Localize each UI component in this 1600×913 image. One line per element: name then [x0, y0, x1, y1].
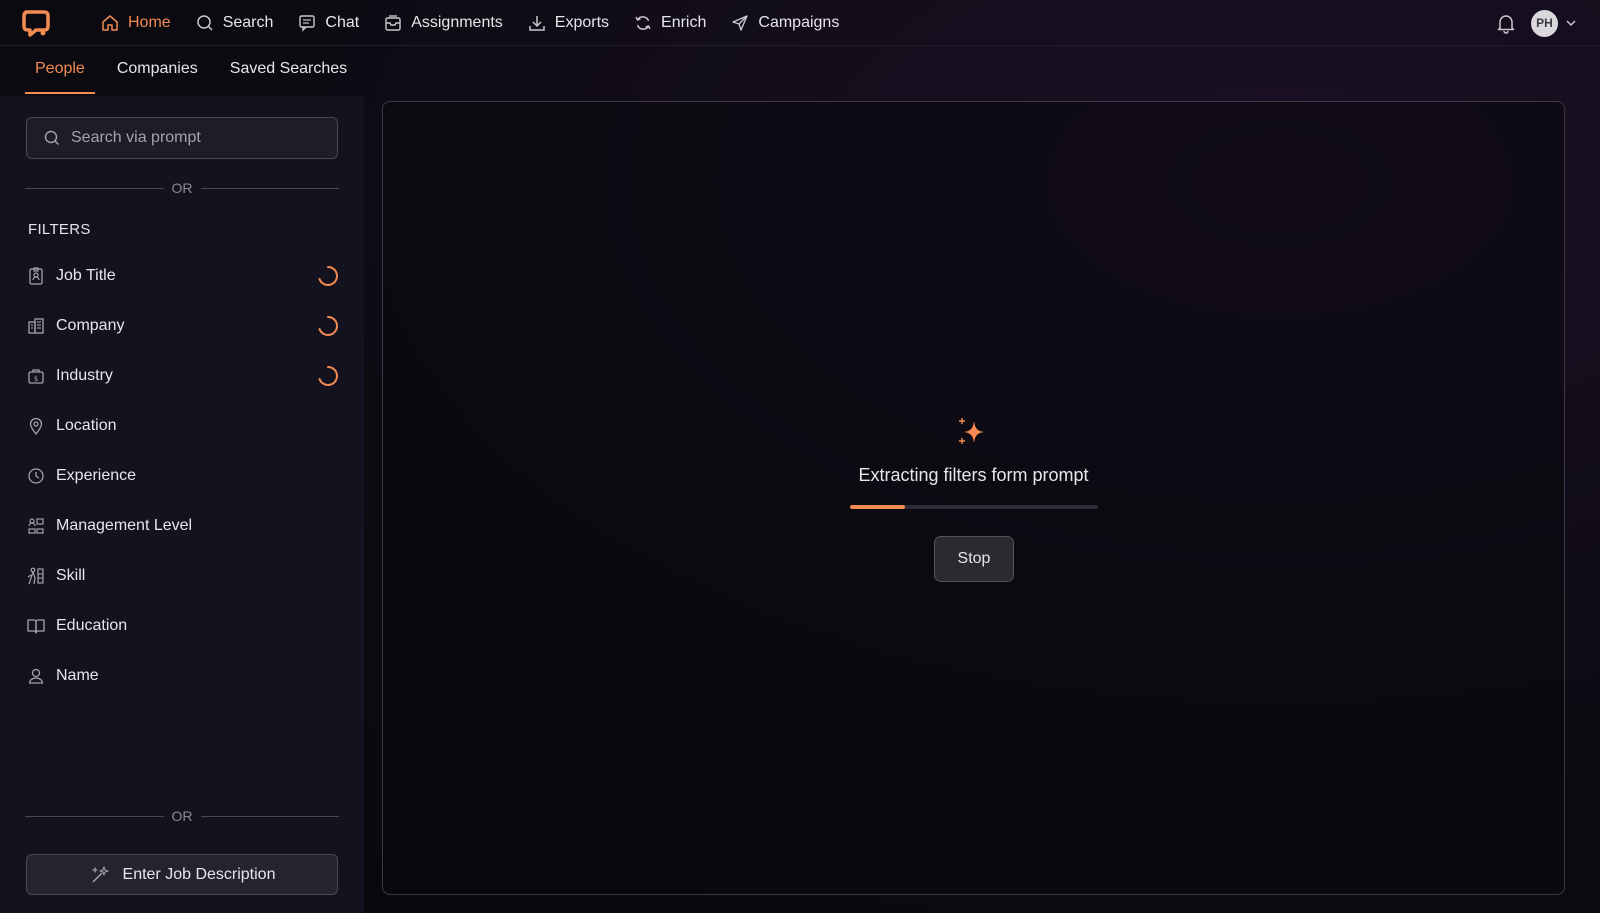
divider-line — [200, 815, 339, 817]
progress-bar-fill — [850, 505, 905, 509]
filter-label: Location — [56, 417, 117, 434]
filter-sidebar: OR FILTERS Job Title Company $ Industry — [0, 96, 364, 913]
filters-heading: FILTERS — [28, 221, 91, 238]
brand-logo-icon[interactable] — [20, 8, 52, 38]
filter-label: Skill — [56, 567, 86, 584]
id-badge-icon — [26, 266, 46, 286]
filter-skill[interactable]: Skill — [26, 561, 340, 591]
building-icon — [26, 316, 46, 336]
or-divider: OR — [25, 179, 339, 197]
nav-home-label: Home — [128, 14, 171, 31]
home-icon — [100, 13, 120, 33]
top-navigation: Home Search Chat Assignments Exports Enr… — [0, 0, 1600, 46]
bell-icon[interactable] — [1495, 12, 1517, 34]
stop-button[interactable]: Stop — [934, 536, 1014, 582]
divider-line — [200, 187, 339, 189]
chevron-down-icon[interactable] — [1564, 16, 1578, 30]
tab-people[interactable]: People — [25, 46, 95, 94]
user-controls: PH — [1495, 0, 1578, 46]
or-label: OR — [171, 808, 193, 824]
job-description-label: Enter Job Description — [122, 865, 276, 883]
map-pin-icon — [26, 416, 46, 436]
or-label: OR — [171, 180, 193, 196]
progress-bar — [850, 505, 1098, 509]
prompt-search-box[interactable] — [26, 117, 338, 159]
nav-campaigns[interactable]: Campaigns — [730, 0, 839, 46]
search-input[interactable] — [71, 129, 321, 147]
filter-label: Job Title — [56, 267, 116, 284]
filter-label: Name — [56, 667, 99, 684]
enter-job-description-button[interactable]: Enter Job Description — [26, 854, 338, 895]
send-icon — [730, 13, 750, 33]
sub-tabs: People Companies Saved Searches — [25, 46, 369, 94]
filter-industry[interactable]: $ Industry — [26, 361, 340, 391]
filter-label: Industry — [56, 367, 113, 384]
nav-chat[interactable]: Chat — [297, 0, 359, 46]
clock-icon — [26, 466, 46, 486]
filter-company[interactable]: Company — [26, 311, 340, 341]
results-panel: Extracting filters form prompt Stop — [382, 101, 1565, 895]
nav-exports[interactable]: Exports — [527, 0, 609, 46]
nav-search[interactable]: Search — [195, 0, 274, 46]
org-chart-icon — [26, 516, 46, 536]
user-icon — [26, 666, 46, 686]
divider-line — [25, 815, 164, 817]
nav-enrich-label: Enrich — [661, 14, 707, 31]
filter-location[interactable]: Location — [26, 411, 340, 441]
filter-label: Experience — [56, 467, 137, 484]
divider-line — [25, 187, 164, 189]
nav-search-label: Search — [222, 14, 274, 31]
nav-assignments[interactable]: Assignments — [383, 0, 503, 46]
refresh-icon — [633, 13, 653, 33]
filter-job-title[interactable]: Job Title — [26, 261, 340, 291]
loading-spinner-icon — [316, 264, 340, 288]
download-icon — [527, 13, 547, 33]
search-icon — [43, 129, 61, 147]
nav-exports-label: Exports — [554, 14, 610, 31]
avatar[interactable]: PH — [1531, 9, 1558, 37]
briefcase-icon: $ — [26, 366, 46, 386]
filter-education[interactable]: Education — [26, 611, 340, 641]
filter-label: Company — [56, 317, 125, 334]
or-divider-bottom: OR — [25, 807, 339, 825]
filter-label: Education — [56, 617, 128, 634]
filter-label: Management Level — [56, 517, 193, 534]
book-icon — [26, 616, 46, 636]
filter-management-level[interactable]: Management Level — [26, 511, 340, 541]
inbox-icon — [383, 13, 403, 33]
chat-icon — [297, 13, 317, 33]
loading-spinner-icon — [316, 314, 340, 338]
svg-text:$: $ — [34, 375, 38, 383]
tab-saved-searches[interactable]: Saved Searches — [220, 46, 357, 94]
nav-assignments-label: Assignments — [411, 14, 503, 31]
magic-wand-icon — [89, 864, 111, 886]
nav-campaigns-label: Campaigns — [758, 14, 840, 31]
sparkle-icon — [956, 415, 990, 449]
nav-home[interactable]: Home — [100, 0, 171, 46]
loading-spinner-icon — [316, 364, 340, 388]
search-icon — [195, 13, 215, 33]
nav-enrich[interactable]: Enrich — [633, 0, 706, 46]
filter-experience[interactable]: Experience — [26, 461, 340, 491]
filter-name[interactable]: Name — [26, 661, 340, 691]
main-nav: Home Search Chat Assignments Exports Enr… — [100, 0, 863, 46]
tab-companies[interactable]: Companies — [107, 46, 208, 94]
status-message: Extracting filters form prompt — [858, 465, 1089, 485]
nav-chat-label: Chat — [325, 14, 360, 31]
skill-icon — [26, 566, 46, 586]
